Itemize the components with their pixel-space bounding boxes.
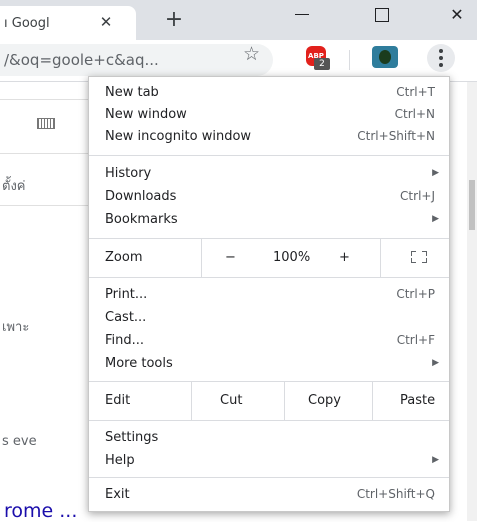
- menu-separator: [89, 277, 449, 278]
- zoom-divider: [380, 239, 381, 277]
- menu-item-new-window[interactable]: New window Ctrl+N: [89, 104, 449, 126]
- chrome-menu: New tab Ctrl+T New window Ctrl+N New inc…: [88, 76, 450, 512]
- kebab-dot: [439, 63, 443, 67]
- menu-separator: [89, 155, 449, 156]
- divider: [0, 99, 88, 100]
- adblock-extension-button[interactable]: ABP 2: [306, 46, 330, 70]
- menu-item-label: Exit: [105, 487, 130, 502]
- menu-item-label: New window: [105, 107, 187, 122]
- menu-item-label: Print...: [105, 287, 148, 302]
- menu-item-shortcut: Ctrl+T: [396, 85, 435, 99]
- menu-item-new-incognito-window[interactable]: New incognito window Ctrl+Shift+N: [89, 126, 449, 148]
- bookmark-star-icon[interactable]: ☆: [243, 43, 260, 65]
- tab-close-icon[interactable]: ✕: [96, 12, 116, 32]
- submenu-arrow-icon: ▶: [432, 455, 439, 465]
- menu-item-cast[interactable]: Cast...: [89, 307, 449, 329]
- menu-item-shortcut: Ctrl+Shift+Q: [356, 487, 435, 501]
- menu-item-shortcut: Ctrl+J: [400, 189, 435, 203]
- menu-item-label: Bookmarks: [105, 212, 178, 227]
- keyboard-icon[interactable]: [37, 118, 55, 129]
- menu-item-edit: Edit Cut Copy Paste: [89, 382, 449, 420]
- tab-strip: ı Googl ✕ + ✕: [0, 0, 477, 40]
- toolbar-separator: [349, 50, 350, 70]
- menu-item-label: New tab: [105, 85, 159, 100]
- chrome-menu-button[interactable]: [427, 44, 455, 72]
- extension-icon: [379, 50, 391, 64]
- menu-item-print[interactable]: Print... Ctrl+P: [89, 284, 449, 306]
- menu-item-new-tab[interactable]: New tab Ctrl+T: [89, 82, 449, 104]
- fullscreen-corner: [411, 258, 416, 263]
- fullscreen-corner: [422, 258, 427, 263]
- zoom-label: Zoom: [105, 250, 143, 265]
- zoom-divider: [201, 239, 202, 277]
- menu-item-settings[interactable]: Settings: [89, 427, 449, 449]
- divider: [0, 153, 88, 154]
- kebab-dot: [439, 49, 443, 53]
- menu-item-label: Cast...: [105, 310, 147, 325]
- edit-divider: [372, 382, 373, 420]
- copy-button[interactable]: Copy: [308, 393, 341, 408]
- menu-item-shortcut: Ctrl+P: [396, 287, 435, 301]
- zoom-in-button[interactable]: +: [339, 250, 350, 265]
- menu-item-label: Help: [105, 453, 135, 468]
- menu-item-history[interactable]: History ▶: [89, 163, 449, 185]
- search-result-title[interactable]: rome ...: [4, 500, 77, 522]
- maximize-button[interactable]: [362, 2, 402, 28]
- scrollbar-track[interactable]: [467, 82, 477, 521]
- address-bar[interactable]: /&oq=goole+c&aq...: [0, 44, 273, 76]
- menu-item-shortcut: Ctrl+F: [396, 333, 435, 347]
- fullscreen-corner: [422, 251, 427, 256]
- menu-item-label: Settings: [105, 430, 159, 445]
- divider: [0, 205, 88, 206]
- zoom-out-button[interactable]: −: [225, 250, 236, 265]
- fullscreen-icon[interactable]: [411, 251, 427, 263]
- zoom-level: 100%: [273, 250, 311, 265]
- paste-button[interactable]: Paste: [400, 393, 435, 408]
- scrollbar-thumb[interactable]: [469, 180, 475, 230]
- menu-separator: [89, 420, 449, 421]
- adblock-badge: 2: [314, 58, 330, 70]
- fullscreen-corner: [411, 251, 416, 256]
- page-text-fragment: ตั้งค่: [2, 179, 26, 194]
- kebab-dot: [439, 56, 443, 60]
- extension-button[interactable]: [372, 46, 398, 68]
- menu-item-find[interactable]: Find... Ctrl+F: [89, 330, 449, 352]
- submenu-arrow-icon: ▶: [432, 358, 439, 368]
- window-close-button[interactable]: ✕: [437, 2, 477, 28]
- menu-item-label: History: [105, 166, 152, 181]
- menu-item-label: New incognito window: [105, 129, 252, 144]
- browser-tab[interactable]: ı Googl ✕: [0, 6, 136, 40]
- menu-item-shortcut: Ctrl+N: [394, 107, 435, 121]
- menu-item-label: Downloads: [105, 189, 177, 204]
- page-text-fragment: เพาะ: [2, 320, 30, 335]
- menu-item-exit[interactable]: Exit Ctrl+Shift+Q: [89, 484, 449, 506]
- minimize-button[interactable]: [282, 2, 322, 28]
- submenu-arrow-icon: ▶: [432, 214, 439, 224]
- submenu-arrow-icon: ▶: [432, 168, 439, 178]
- new-tab-button[interactable]: +: [162, 8, 186, 32]
- edit-divider: [284, 382, 285, 420]
- page-text-fragment: s eve: [2, 434, 37, 449]
- menu-item-label: More tools: [105, 356, 173, 371]
- menu-item-shortcut: Ctrl+Shift+N: [357, 129, 435, 143]
- maximize-icon: [375, 8, 389, 22]
- menu-item-zoom: Zoom − 100% +: [89, 239, 449, 277]
- cut-button[interactable]: Cut: [220, 393, 242, 408]
- edit-divider: [191, 382, 192, 420]
- menu-separator: [89, 477, 449, 478]
- address-bar-text: /&oq=goole+c&aq...: [4, 51, 159, 69]
- menu-item-help[interactable]: Help ▶: [89, 450, 449, 472]
- minimize-icon: [295, 14, 309, 15]
- menu-item-label: Find...: [105, 333, 145, 348]
- menu-item-downloads[interactable]: Downloads Ctrl+J: [89, 186, 449, 208]
- menu-item-more-tools[interactable]: More tools ▶: [89, 353, 449, 375]
- edit-label: Edit: [105, 393, 131, 408]
- tab-title: ı Googl: [4, 16, 50, 31]
- menu-item-bookmarks[interactable]: Bookmarks ▶: [89, 209, 449, 231]
